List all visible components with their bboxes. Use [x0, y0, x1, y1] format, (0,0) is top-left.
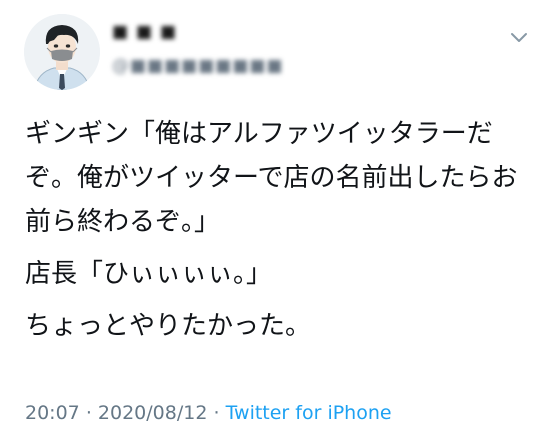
user-handle[interactable]: @■■■■■■■■■	[112, 56, 284, 76]
tweet-date[interactable]: 2020/08/12	[98, 402, 208, 424]
tweet-metadata: 20:07 · 2020/08/12 · Twitter for iPhone	[25, 402, 392, 424]
chevron-down-icon[interactable]	[508, 28, 530, 46]
handle-row[interactable]: @■■■■■■■■■	[112, 56, 283, 76]
tweet-source-link[interactable]: Twitter for iPhone	[226, 402, 392, 424]
meta-separator: ·	[85, 402, 92, 424]
tweet-paragraph-2: 店長「ひぃぃぃぃ。」	[25, 259, 273, 289]
tweet-paragraph-3: ちょっとやりたかった。	[25, 311, 312, 341]
meta-separator: ·	[213, 402, 220, 424]
user-avatar[interactable]	[24, 14, 100, 90]
display-name-row[interactable]: ■ ■ ■	[112, 22, 232, 44]
display-name[interactable]: ■ ■ ■	[112, 22, 177, 42]
avatar-illustration	[24, 14, 100, 90]
tweet-body: ギンギン「俺はアルファツイッタラーだぞ。俺がツイッターで店の名前出したらお前ら終…	[25, 112, 530, 348]
tweet-paragraph-1: ギンギン「俺はアルファツイッタラーだぞ。俺がツイッターで店の名前出したらお前ら終…	[25, 119, 518, 237]
tweet-time[interactable]: 20:07	[25, 402, 80, 424]
tweet-card: ■ ■ ■ @■■■■■■■■■ ギンギン「俺はアルファツイッタラーだぞ。俺がツ…	[0, 0, 550, 439]
